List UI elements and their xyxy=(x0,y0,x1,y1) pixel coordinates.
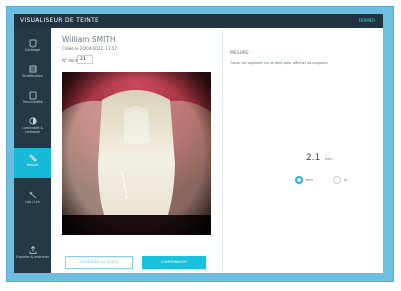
sidebar-item-label: Exporter & imprimer xyxy=(16,255,49,259)
panel-divider xyxy=(222,30,223,271)
delete-shade-button[interactable]: SUPPRIMER LA TEINTE xyxy=(65,256,133,269)
app-window: VISUALISEUR DE TEINTE FERMER Calibrage S… xyxy=(14,14,383,273)
patient-name: William SMITH xyxy=(62,35,116,44)
tooth-outline-icon xyxy=(29,91,36,100)
sidebar-item-measure[interactable]: Mesure xyxy=(14,148,51,178)
contrast-icon xyxy=(28,117,37,125)
ruler-icon xyxy=(28,154,37,162)
calibration-icon xyxy=(29,39,36,48)
window-title: VISUALISEUR DE TEINTE xyxy=(20,17,100,24)
export-icon xyxy=(29,245,36,254)
tooth-photo[interactable] xyxy=(62,72,211,235)
sidebar-item-label: Stratification xyxy=(22,74,43,78)
sidebar-item-label: Translucidité xyxy=(22,100,43,104)
sidebar-item-brightness-contrast[interactable]: Luminosité & contraste xyxy=(14,114,51,142)
title-bar: VISUALISEUR DE TEINTE FERMER xyxy=(14,14,383,28)
close-button[interactable]: FERMER xyxy=(359,18,375,23)
layers-icon xyxy=(29,65,36,73)
shade-panel: William SMITH Créée le 20/04/2022, 11:57… xyxy=(53,28,221,273)
measure-hint: Tracer un segment sur la dent pour affic… xyxy=(230,61,328,65)
measure-panel: MESURE Tracer un segment sur la dent pou… xyxy=(224,28,383,273)
tooth-photo-image xyxy=(62,72,211,235)
sidebar: Calibrage Stratification Translucidité L… xyxy=(14,28,51,273)
sidebar-item-lab-lch[interactable]: Lab / Lch xyxy=(14,188,51,212)
sidebar-item-calibration[interactable]: Calibrage xyxy=(14,36,51,60)
sidebar-item-label: Luminosité & contraste xyxy=(22,126,43,134)
sidebar-item-label: Calibrage xyxy=(24,48,41,52)
unit-radio-in-label: in xyxy=(344,178,348,182)
measure-title: MESURE xyxy=(230,51,249,56)
measure-value: 2.1 xyxy=(306,153,321,163)
compare-button[interactable]: COMPARAISON xyxy=(142,256,206,269)
measure-unit: mm xyxy=(325,157,332,161)
sidebar-item-export-print[interactable]: Exporter & imprimer xyxy=(14,243,51,271)
tooth-number-input[interactable]: 21 xyxy=(77,55,93,64)
unit-radio-mm[interactable] xyxy=(295,176,303,184)
tooth-number-label: N° dent xyxy=(62,58,78,63)
created-date: Créée le 20/04/2022, 11:57 xyxy=(62,46,117,51)
unit-radio-in[interactable] xyxy=(333,176,341,184)
sidebar-item-translucency[interactable]: Translucidité xyxy=(14,88,51,112)
unit-radio-mm-label: mm xyxy=(306,178,313,182)
sidebar-item-stratification[interactable]: Stratification xyxy=(14,62,51,86)
lab-icon xyxy=(29,191,36,199)
sidebar-item-label: Lab / Lch xyxy=(25,200,40,204)
sidebar-item-label: Mesure xyxy=(26,163,39,167)
